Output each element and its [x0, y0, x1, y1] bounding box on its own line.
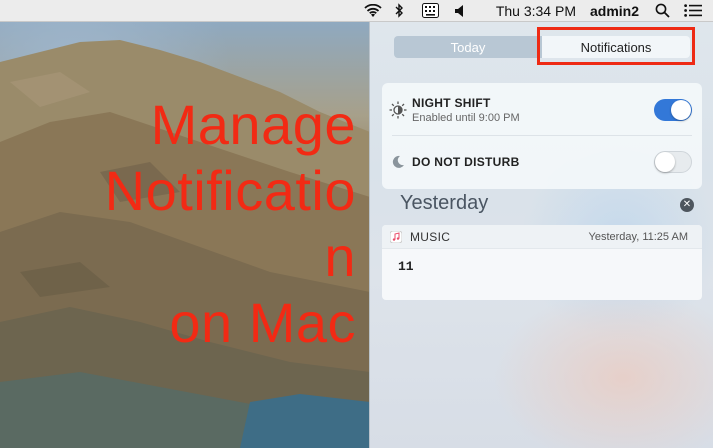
notification-body: 11 [398, 259, 414, 274]
night-shift-text: NIGHT SHIFT Enabled until 9:00 PM [412, 96, 654, 124]
tab-today[interactable]: Today [394, 36, 542, 58]
night-shift-row: NIGHT SHIFT Enabled until 9:00 PM [382, 85, 702, 135]
menu-bar: Thu 3:34 PM admin2 [0, 0, 713, 22]
night-shift-subtitle: Enabled until 9:00 PM [412, 112, 520, 124]
do-not-disturb-toggle[interactable] [654, 151, 692, 173]
panel-glow-warm [493, 288, 713, 448]
bluetooth-icon[interactable] [394, 0, 406, 22]
section-header-yesterday: Yesterday [400, 192, 489, 214]
music-app-icon [390, 230, 402, 243]
notification-timestamp: Yesterday, 11:25 AM [588, 230, 688, 243]
search-icon[interactable] [653, 0, 671, 22]
overlay-title: Manage Notificatio n on Mac [0, 92, 356, 356]
overlay-line-1: Manage [150, 93, 356, 156]
keyboard-icon[interactable] [420, 0, 442, 22]
notification-card[interactable]: MUSIC Yesterday, 11:25 AM 11 [382, 225, 702, 300]
notification-app-name: MUSIC [410, 229, 451, 244]
wifi-icon[interactable] [362, 0, 384, 22]
fast-user-switch[interactable]: admin2 [590, 0, 639, 22]
night-shift-title: NIGHT SHIFT [412, 96, 491, 110]
row-divider [392, 135, 692, 136]
notification-center-icon[interactable] [683, 0, 703, 22]
overlay-line-3: n [324, 225, 356, 288]
overlay-line-4: on Mac [169, 291, 356, 354]
do-not-disturb-row: DO NOT DISTURB [382, 139, 702, 185]
do-not-disturb-title: DO NOT DISTURB [412, 155, 520, 169]
quick-toggles-card: NIGHT SHIFT Enabled until 9:00 PM DO NOT… [382, 83, 702, 189]
notification-header: MUSIC Yesterday, 11:25 AM [382, 225, 702, 249]
night-shift-toggle[interactable] [654, 99, 692, 121]
clear-section-button[interactable]: ✕ [680, 198, 694, 212]
overlay-line-2: Notificatio [104, 159, 356, 222]
toggle-knob [671, 100, 691, 120]
moon-icon [384, 155, 412, 169]
menu-bar-clock[interactable]: Thu 3:34 PM [496, 0, 576, 22]
night-shift-icon [384, 101, 412, 119]
do-not-disturb-text: DO NOT DISTURB [412, 155, 654, 169]
volume-icon[interactable] [452, 0, 468, 22]
highlight-annotation [537, 27, 695, 65]
toggle-knob [655, 152, 675, 172]
notification-center-panel: Today Notifications NIGHT SHIFT Enabled … [369, 22, 713, 448]
